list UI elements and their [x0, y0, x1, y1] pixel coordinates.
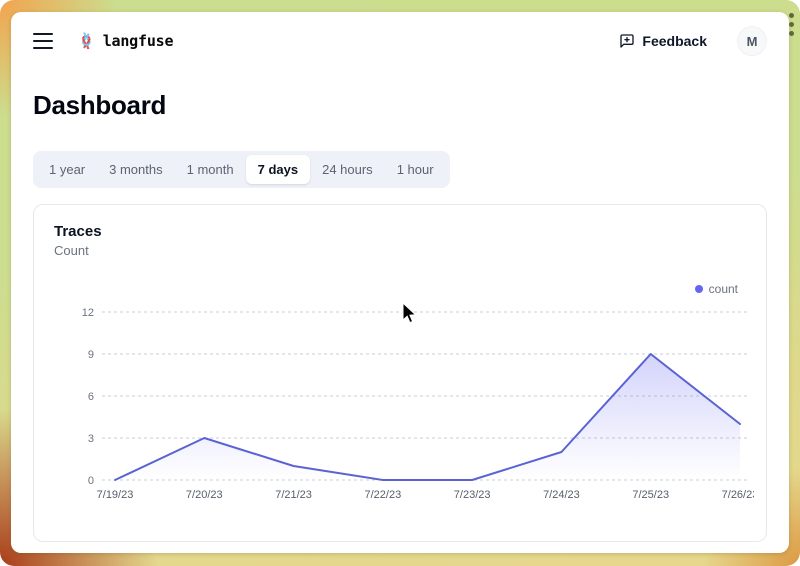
feedback-icon — [619, 33, 635, 49]
svg-text:0: 0 — [88, 475, 94, 487]
svg-text:3: 3 — [88, 433, 94, 445]
card-subtitle: Count — [54, 243, 746, 258]
card-title: Traces — [54, 223, 746, 240]
time-range-tabs: 1 year 3 months 1 month 7 days 24 hours … — [33, 151, 450, 188]
tab-1-year[interactable]: 1 year — [37, 155, 97, 184]
page-title: Dashboard — [33, 90, 767, 121]
traces-area-chart[interactable]: 0 3 6 9 12 7/19/23 7/20/23 7/21/23 7/22/23 7/23/2… — [54, 300, 746, 510]
svg-text:7/26/23: 7/26/23 — [722, 489, 754, 501]
svg-text:7/20/23: 7/20/23 — [186, 489, 223, 501]
svg-text:7/25/23: 7/25/23 — [632, 489, 669, 501]
avatar-initial: M — [747, 34, 758, 49]
chart-legend: count — [54, 282, 746, 296]
svg-text:7/22/23: 7/22/23 — [365, 489, 402, 501]
feedback-label: Feedback — [642, 33, 707, 49]
tab-24-hours[interactable]: 24 hours — [310, 155, 385, 184]
user-avatar[interactable]: M — [737, 26, 767, 56]
legend-dot-icon — [695, 285, 703, 293]
langfuse-logo[interactable]: 🪢 langfuse — [77, 32, 173, 50]
logo-text: langfuse — [103, 32, 174, 50]
knot-logo-icon: 🪢 — [77, 34, 96, 49]
svg-text:9: 9 — [88, 349, 94, 361]
tab-7-days[interactable]: 7 days — [246, 155, 310, 184]
frame-dots-decoration — [789, 13, 794, 36]
traces-card: Traces Count count 0 3 6 9 12 7/19/23 7/20/23 7… — [33, 204, 767, 542]
app-window: 🪢 langfuse Feedback M Dashboard 1 year — [11, 12, 789, 553]
feedback-button[interactable]: Feedback — [611, 27, 715, 55]
svg-text:7/21/23: 7/21/23 — [275, 489, 312, 501]
svg-text:12: 12 — [82, 307, 94, 319]
svg-text:7/19/23: 7/19/23 — [97, 489, 134, 501]
tab-1-hour[interactable]: 1 hour — [385, 155, 446, 184]
legend-label: count — [709, 282, 738, 296]
tab-1-month[interactable]: 1 month — [175, 155, 246, 184]
svg-text:7/23/23: 7/23/23 — [454, 489, 491, 501]
app-header: 🪢 langfuse Feedback M — [11, 12, 789, 56]
svg-text:7/24/23: 7/24/23 — [543, 489, 580, 501]
menu-icon[interactable] — [33, 33, 53, 49]
gradient-frame: 🪢 langfuse Feedback M Dashboard 1 year — [0, 0, 800, 566]
tab-3-months[interactable]: 3 months — [97, 155, 174, 184]
svg-text:6: 6 — [88, 391, 94, 403]
